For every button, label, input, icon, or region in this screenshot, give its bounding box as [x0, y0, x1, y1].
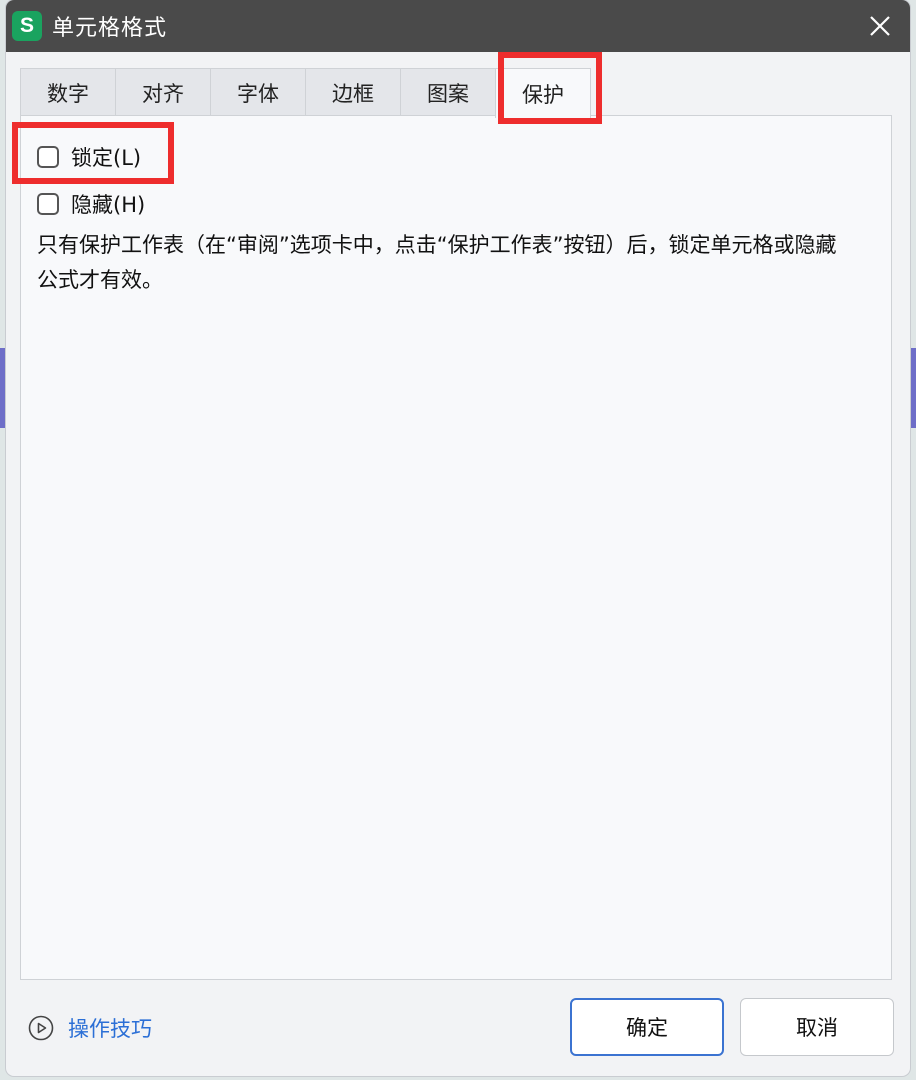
- tab-pattern[interactable]: 图案: [400, 68, 496, 116]
- dialog-title: 单元格格式: [52, 16, 168, 41]
- protection-description: 只有保护工作表（在“审阅”选项卡中，点击“保护工作表”按钮）后，锁定单元格或隐藏…: [37, 233, 837, 292]
- highlight-box-lock-checkbox: [12, 122, 174, 184]
- app-icon: S: [12, 11, 42, 41]
- play-circle-icon: [28, 1015, 54, 1041]
- hide-checkbox[interactable]: [37, 193, 59, 215]
- background-decoration: [910, 348, 916, 428]
- cancel-button[interactable]: 取消: [740, 998, 894, 1056]
- close-button[interactable]: [866, 12, 894, 40]
- tips-link[interactable]: 操作技巧: [28, 1013, 152, 1043]
- hide-checkbox-row[interactable]: 隐藏(H): [37, 189, 145, 219]
- format-cells-dialog: S 单元格格式 数字 对齐 字体 边框 图案 保护 锁定(L) 隐藏(H) 只有…: [6, 0, 910, 1076]
- hide-checkbox-label: 隐藏(H): [71, 193, 146, 217]
- tab-font[interactable]: 字体: [210, 68, 306, 116]
- title-bar: S 单元格格式: [6, 0, 910, 52]
- tab-border[interactable]: 边框: [305, 68, 401, 116]
- close-icon: [870, 16, 890, 36]
- protection-panel: 锁定(L) 隐藏(H) 只有保护工作表（在“审阅”选项卡中，点击“保护工作表”按…: [20, 115, 892, 980]
- ok-button[interactable]: 确定: [570, 998, 724, 1056]
- highlight-box-protection-tab: [498, 52, 602, 124]
- tab-alignment[interactable]: 对齐: [115, 68, 211, 116]
- tab-number[interactable]: 数字: [20, 68, 116, 116]
- tips-label: 操作技巧: [68, 1017, 152, 1041]
